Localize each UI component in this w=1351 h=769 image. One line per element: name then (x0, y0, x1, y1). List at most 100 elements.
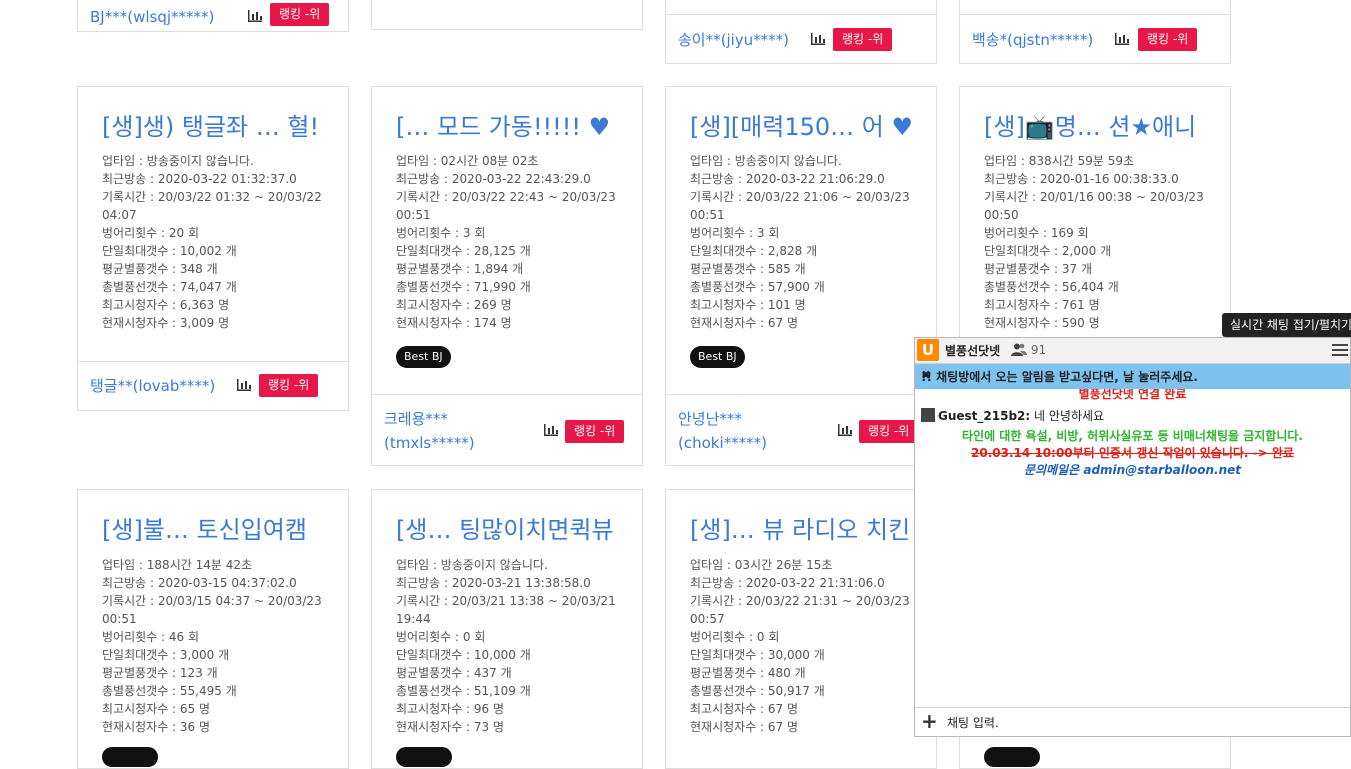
stat-max-viewers: 최고시청자수 : 6,363 명 (102, 298, 230, 312)
chat-input-placeholder[interactable]: 채팅 입력. (947, 714, 999, 731)
chart-icon[interactable] (810, 32, 826, 46)
stat-last-broadcast: 최근방송 : 2020-03-22 01:32:37.0 (102, 172, 297, 186)
stat-current-viewers: 현재시청자수 : 36 명 (102, 720, 211, 734)
close-icon[interactable]: ✖ (921, 368, 1344, 382)
rank-button[interactable]: 랭킹 -위 (833, 28, 893, 51)
system-message-contact: 문의메일은 admin@starballoon.net (1023, 463, 1242, 477)
plus-icon[interactable]: + (921, 710, 938, 732)
stat-mute-count: 벙어리횟수 : 3 회 (396, 226, 486, 240)
bj-name-link[interactable]: 크레용*** (tmxls*****) (384, 407, 475, 455)
top-card-1: BJ***(wlsqj*****) 랭킹 -위 (77, 0, 349, 32)
bj-name-link[interactable]: 안녕난*** (choki*****) (678, 407, 767, 455)
chart-icon[interactable] (247, 9, 263, 23)
badge-partial (396, 747, 452, 767)
stat-max-viewers: 최고시청자수 : 65 명 (102, 702, 211, 716)
stat-total: 총별풍선갯수 : 51,109 개 (396, 684, 531, 698)
stat-record-time: 기록시간 : 20/03/22 21:06 ~ 20/03/23 00:51 (690, 190, 910, 222)
stat-current-viewers: 현재시청자수 : 3,009 명 (102, 316, 230, 330)
rank-button[interactable]: 랭킹 -위 (1138, 28, 1198, 51)
stat-max-viewers: 최고시청자수 : 761 명 (984, 298, 1100, 312)
broadcast-title[interactable]: [생]📺명… 션★애니 (984, 111, 1224, 143)
stat-uptime: 업타임 : 02시간 08분 02초 (396, 154, 539, 168)
chart-icon[interactable] (1114, 32, 1130, 46)
chart-icon[interactable] (236, 378, 252, 392)
stat-single-max: 단일최대갯수 : 10,002 개 (102, 244, 237, 258)
system-message-connected: 별풍선닷넷 연결 완료 (1078, 389, 1187, 401)
chat-messages: 별풍선닷넷 연결 완료 Guest_215b2: 네 안녕하세요 타인에 대한 … (915, 389, 1350, 707)
broadcast-title[interactable]: [생]… 뷰 라디오 치킨 (690, 514, 930, 546)
stat-mute-count: 벙어리횟수 : 169 회 (984, 226, 1089, 240)
broadcast-title[interactable]: [생]불… 토신입여캠 (102, 514, 342, 546)
stat-total: 총별풍선갯수 : 50,917 개 (690, 684, 825, 698)
stat-max-viewers: 최고시청자수 : 67 명 (690, 702, 799, 716)
card-footer: 크레용*** (tmxls*****) 랭킹 -위 (372, 394, 642, 466)
best-bj-badge: Best BJ (690, 346, 745, 368)
card-footer: 안녕난*** (choki*****) 랭킹 -위 (666, 394, 936, 466)
chat-input-bar[interactable]: + 채팅 입력. (915, 707, 1350, 736)
broadcast-title[interactable]: [생][매력150… 어 ♥ (690, 111, 930, 143)
stats-list: 업타임 : 방송중이지 않습니다. 최근방송 : 2020-03-22 21:0… (690, 152, 916, 332)
bj-name-link[interactable]: 백송*(qjstn*****) (972, 28, 1093, 52)
best-bj-badge: Best BJ (396, 346, 451, 368)
stat-record-time: 기록시간 : 20/03/22 22:43 ~ 20/03/23 00:51 (396, 190, 616, 222)
stat-average: 평균별풍갯수 : 123 개 (102, 666, 218, 680)
users-icon (1011, 343, 1027, 356)
bj-name-link[interactable]: 탱글**(lovab****) (90, 374, 215, 398)
notification-banner[interactable]: !! 채팅방에서 오는 알림을 받고싶다면, 날 눌러주세요. ✖ (915, 364, 1350, 389)
stat-max-viewers: 최고시청자수 : 269 명 (396, 298, 512, 312)
card-footer: 송이**(jiyu****) 랭킹 -위 (666, 14, 936, 64)
stat-max-viewers: 최고시청자수 : 101 명 (690, 298, 806, 312)
chat-user-count[interactable]: 91 (1011, 343, 1046, 357)
hamburger-menu-icon[interactable] (1332, 343, 1348, 357)
stat-record-time: 기록시간 : 20/03/22 21:31 ~ 20/03/23 00:57 (690, 594, 910, 626)
stat-average: 평균별풍갯수 : 585 개 (690, 262, 806, 276)
stat-average: 평균별풍갯수 : 1,894 개 (396, 262, 524, 276)
stat-single-max: 단일최대갯수 : 2,000 개 (984, 244, 1112, 258)
stat-current-viewers: 현재시청자수 : 67 명 (690, 316, 799, 330)
stat-single-max: 단일최대갯수 : 30,000 개 (690, 648, 825, 662)
stat-last-broadcast: 최근방송 : 2020-01-16 00:38:33.0 (984, 172, 1179, 186)
bj-name-link[interactable]: 송이**(jiyu****) (678, 28, 789, 52)
stat-uptime: 업타임 : 방송중이지 않습니다. (396, 558, 548, 572)
stat-mute-count: 벙어리횟수 : 0 회 (396, 630, 486, 644)
badge-partial (984, 747, 1040, 767)
chart-icon[interactable] (543, 423, 559, 437)
bj-card: [생]… 뷰 라디오 치킨 업타임 : 03시간 26분 15초 최근방송 : … (665, 489, 937, 769)
stat-average: 평균별풍갯수 : 437 개 (396, 666, 512, 680)
stat-total: 총별풍선갯수 : 55,495 개 (102, 684, 237, 698)
system-message-warning: 타인에 대한 욕설, 비방, 허위사실유포 등 비매너채팅을 금지합니다. (961, 429, 1303, 443)
rank-button[interactable]: 랭킹 -위 (565, 420, 625, 443)
stats-list: 업타임 : 방송중이지 않습니다. 최근방송 : 2020-03-22 01:3… (102, 152, 328, 332)
broadcast-title[interactable]: [… 모드 가동!!!!! ♥ (396, 111, 636, 143)
broadcast-title[interactable]: [생]생) 탱글좌 … 혈! (102, 111, 342, 143)
chart-icon[interactable] (837, 423, 853, 437)
stats-list: 업타임 : 03시간 26분 15초 최근방송 : 2020-03-22 21:… (690, 556, 916, 736)
stat-record-time: 기록시간 : 20/03/21 13:38 ~ 20/03/21 19:44 (396, 594, 616, 626)
afreeca-logo-icon: U (917, 339, 939, 361)
stat-current-viewers: 현재시청자수 : 590 명 (984, 316, 1100, 330)
stat-mute-count: 벙어리횟수 : 0 회 (690, 630, 780, 644)
stat-last-broadcast: 최근방송 : 2020-03-22 22:43:29.0 (396, 172, 591, 186)
stat-record-time: 기록시간 : 20/03/15 04:37 ~ 20/03/23 00:51 (102, 594, 322, 626)
stat-total: 총별풍선갯수 : 71,990 개 (396, 280, 531, 294)
stat-last-broadcast: 최근방송 : 2020-03-22 21:31:06.0 (690, 576, 885, 590)
chat-message-text: 네 안녕하세요 (1034, 409, 1105, 423)
card-footer: 백송*(qjstn*****) 랭킹 -위 (960, 14, 1230, 64)
chat-message: Guest_215b2: 네 안녕하세요 (921, 407, 1104, 424)
stat-mute-count: 벙어리횟수 : 46 회 (102, 630, 199, 644)
bj-card: [생]생) 탱글좌 … 혈! 업타임 : 방송중이지 않습니다. 최근방송 : … (77, 86, 349, 411)
rank-button[interactable]: 랭킹 -위 (859, 420, 919, 443)
stat-current-viewers: 현재시청자수 : 67 명 (690, 720, 799, 734)
rank-button[interactable]: 랭킹 -위 (259, 374, 319, 397)
stat-uptime: 업타임 : 방송중이지 않습니다. (690, 154, 842, 168)
stat-record-time: 기록시간 : 20/01/16 00:38 ~ 20/03/23 00:50 (984, 190, 1204, 222)
stat-current-viewers: 현재시청자수 : 174 명 (396, 316, 512, 330)
rank-button[interactable]: 랭킹 -위 (270, 3, 330, 26)
stat-max-viewers: 최고시청자수 : 96 명 (396, 702, 505, 716)
user-avatar-icon (921, 408, 935, 422)
chat-username[interactable]: Guest_215b2: (938, 409, 1030, 423)
bj-card: [생… 팅많이치면퀵뷰 업타임 : 방송중이지 않습니다. 최근방송 : 202… (371, 489, 643, 769)
stat-uptime: 업타임 : 방송중이지 않습니다. (102, 154, 254, 168)
bj-name-link[interactable]: BJ***(wlsqj*****) (90, 5, 214, 29)
broadcast-title[interactable]: [생… 팅많이치면퀵뷰 (396, 514, 636, 546)
